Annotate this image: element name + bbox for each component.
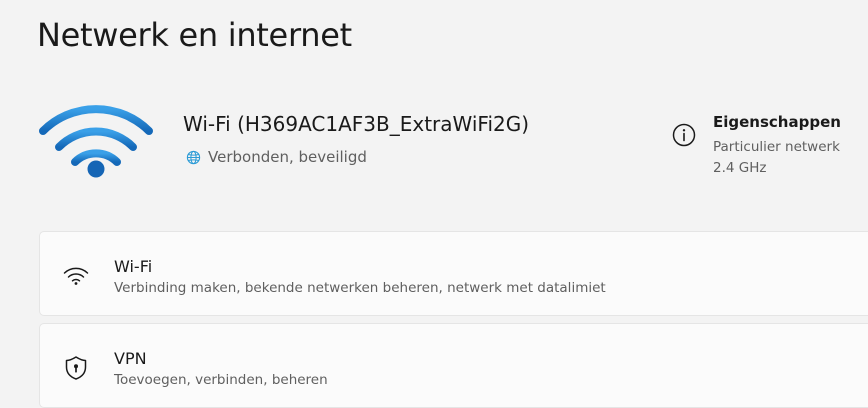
wifi-icon bbox=[62, 261, 90, 289]
network-profile-type: Particulier netwerk bbox=[713, 139, 840, 155]
page-title: Netwerk en internet bbox=[37, 16, 352, 54]
vpn-card-title: VPN bbox=[114, 349, 147, 368]
network-name: Wi-Fi (H369AC1AF3B_ExtraWiFi2G) bbox=[183, 112, 530, 136]
globe-icon bbox=[186, 150, 201, 165]
wifi-settings-card[interactable]: Wi-Fi Verbinding maken, bekende netwerke… bbox=[39, 231, 868, 316]
shield-icon bbox=[62, 354, 90, 382]
wifi-card-title: Wi-Fi bbox=[114, 257, 153, 276]
status-text: Verbonden, beveiligd bbox=[208, 148, 367, 166]
vpn-card-description: Toevoegen, verbinden, beheren bbox=[114, 372, 328, 388]
vpn-settings-card[interactable]: VPN Toevoegen, verbinden, beheren bbox=[39, 323, 868, 408]
wifi-card-description: Verbinding maken, bekende netwerken behe… bbox=[114, 280, 606, 296]
wifi-signal-icon bbox=[37, 94, 155, 180]
properties-link[interactable]: Eigenschappen bbox=[713, 113, 841, 131]
info-icon[interactable] bbox=[672, 123, 696, 147]
connection-status: Verbonden, beveiligd bbox=[186, 148, 367, 166]
network-band: 2.4 GHz bbox=[713, 160, 767, 176]
